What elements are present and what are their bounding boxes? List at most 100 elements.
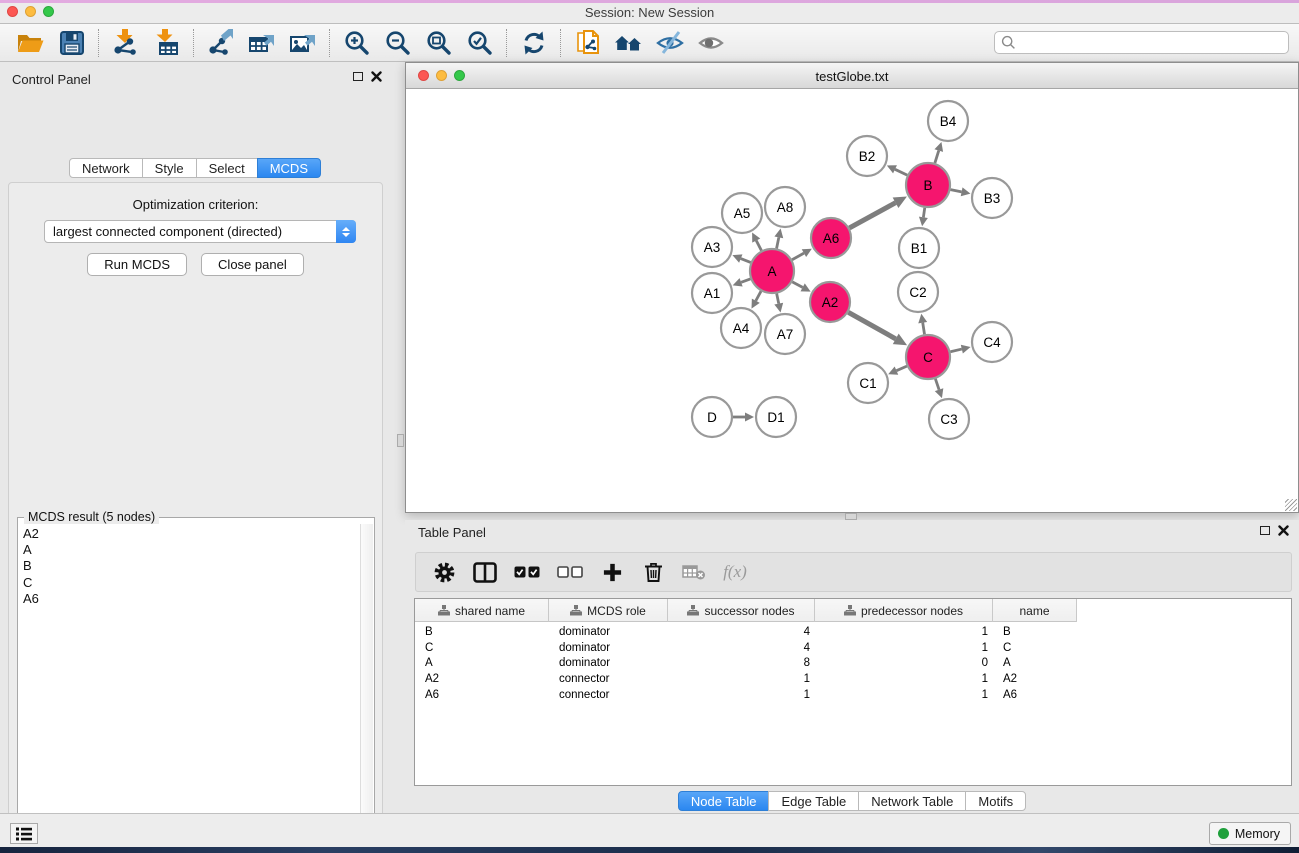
table-cell: 1 [668, 673, 815, 685]
select-all-checkboxes-icon[interactable] [514, 558, 540, 586]
horizontal-divider-handle[interactable] [845, 513, 857, 520]
result-list-item[interactable]: A2 [23, 526, 360, 542]
graph-edge-B-B4[interactable] [935, 151, 939, 163]
graph-edge-C-C3[interactable] [935, 379, 939, 390]
criterion-dropdown[interactable]: largest connected component (directed) [44, 220, 356, 243]
tab-style[interactable]: Style [142, 158, 197, 178]
import-network-icon[interactable] [105, 27, 146, 59]
vertical-divider-handle[interactable] [397, 434, 404, 447]
graph-edge-A6-B[interactable] [849, 203, 895, 228]
zoom-fit-icon[interactable] [418, 27, 459, 59]
show-graphics-details-icon[interactable] [690, 27, 731, 59]
zoom-in-icon[interactable] [336, 27, 377, 59]
table-settings-gear-icon[interactable] [432, 558, 456, 586]
table-cell: 1 [668, 689, 815, 701]
network-graph: B4B2BB3A5A8A6A3B1AA1C2A2A4A7C4CC1C3DD1 [406, 89, 1298, 513]
home-views-icon[interactable] [608, 27, 649, 59]
graph-edge-A-A6[interactable] [792, 253, 804, 260]
tab-network-table[interactable]: Network Table [858, 791, 966, 811]
graph-edge-C-C2[interactable] [923, 323, 925, 335]
table-row[interactable]: Bdominator41B [415, 624, 1291, 640]
graph-edge-A-A5[interactable] [756, 241, 761, 251]
fx-label: f(x) [723, 562, 747, 582]
tab-network[interactable]: Network [69, 158, 143, 178]
clone-network-icon[interactable] [567, 27, 608, 59]
graph-edge-B-B1[interactable] [923, 208, 924, 218]
zoom-out-icon[interactable] [377, 27, 418, 59]
export-image-icon[interactable] [282, 27, 323, 59]
deselect-all-checkboxes-icon[interactable] [557, 558, 583, 586]
result-list-item[interactable]: A6 [23, 591, 360, 607]
graph-edge-arrowhead [774, 229, 783, 239]
tab-node-table[interactable]: Node Table [678, 791, 770, 811]
column-header-label: MCDS role [587, 604, 646, 618]
close-table-panel-icon[interactable] [1278, 525, 1289, 536]
table-row[interactable]: A6connector11A6 [415, 687, 1291, 703]
graph-edge-A-A2[interactable] [792, 282, 802, 288]
save-session-icon[interactable] [51, 27, 92, 59]
column-header-shared-name[interactable]: shared name [415, 599, 549, 622]
task-history-button[interactable] [10, 823, 38, 844]
graph-edge-B-B2[interactable] [895, 169, 907, 175]
graph-edge-C-C1[interactable] [896, 366, 906, 371]
tab-edge-table[interactable]: Edge Table [768, 791, 859, 811]
close-panel-button[interactable]: Close panel [201, 253, 304, 276]
graph-edge-A-A1[interactable] [741, 279, 750, 282]
graph-edge-arrowhead [919, 217, 928, 227]
column-header-MCDS-role[interactable]: MCDS role [549, 599, 668, 622]
result-list-item[interactable]: B [23, 558, 360, 574]
column-header-label: name [1019, 604, 1049, 618]
zoom-selected-icon[interactable] [459, 27, 500, 59]
column-header-successor-nodes[interactable]: successor nodes [668, 599, 815, 622]
float-panel-icon[interactable] [353, 72, 363, 81]
run-mcds-button[interactable]: Run MCDS [87, 253, 187, 276]
export-table-icon[interactable] [241, 27, 282, 59]
graph-edge-A2-C[interactable] [848, 312, 895, 339]
graph-edge-C-C4[interactable] [950, 349, 961, 352]
hide-graphics-details-icon[interactable] [649, 27, 690, 59]
column-visibility-icon[interactable] [473, 558, 497, 586]
table-row[interactable]: A2connector11A2 [415, 671, 1291, 687]
function-builder-icon[interactable]: f(x) [723, 558, 747, 586]
graph-node-label-B2: B2 [859, 149, 876, 164]
search-input[interactable] [1016, 36, 1266, 50]
add-column-icon[interactable] [600, 558, 624, 586]
graph-edge-A-A7[interactable] [777, 294, 779, 304]
open-session-icon[interactable] [10, 27, 51, 59]
close-panel-icon[interactable] [371, 71, 382, 82]
graph-node-label-C2: C2 [909, 285, 926, 300]
graph-edge-arrowhead [918, 314, 927, 324]
result-list-scrollbar[interactable] [360, 524, 373, 853]
tab-motifs[interactable]: Motifs [965, 791, 1026, 811]
graph-edge-B-B3[interactable] [951, 190, 962, 192]
desktop-wallpaper-strip [0, 847, 1299, 853]
import-table-icon[interactable] [146, 27, 187, 59]
delete-table-icon[interactable] [682, 558, 706, 586]
graph-edge-A-A8[interactable] [777, 237, 779, 248]
result-list-item[interactable]: A [23, 542, 360, 558]
graph-edge-A-A3[interactable] [741, 259, 751, 263]
shared-column-icon [438, 605, 450, 616]
network-canvas[interactable]: B4B2BB3A5A8A6A3B1AA1C2A2A4A7C4CC1C3DD1 [406, 89, 1298, 512]
table-row[interactable]: Cdominator41C [415, 640, 1291, 656]
delete-column-icon[interactable] [641, 558, 665, 586]
tab-mcds[interactable]: MCDS [257, 158, 321, 178]
export-network-icon[interactable] [200, 27, 241, 59]
column-header-predecessor-nodes[interactable]: predecessor nodes [815, 599, 993, 622]
control-panel-title: Control Panel [12, 72, 91, 87]
column-header-label: successor nodes [704, 604, 794, 618]
graph-node-label-A3: A3 [704, 240, 721, 255]
table-row[interactable]: Adominator80A [415, 655, 1291, 671]
table-cell: connector [549, 673, 668, 685]
result-list-item[interactable]: C [23, 575, 360, 591]
graph-edge-A-A4[interactable] [756, 291, 761, 301]
window-resize-grip[interactable] [1285, 499, 1297, 511]
column-header-name[interactable]: name [993, 599, 1077, 622]
graph-edge-arrowhead [934, 142, 943, 152]
memory-button[interactable]: Memory [1209, 822, 1291, 845]
tab-select[interactable]: Select [196, 158, 258, 178]
graph-edge-arrowhead [745, 413, 754, 422]
network-window-titlebar[interactable]: testGlobe.txt [406, 63, 1298, 89]
float-table-panel-icon[interactable] [1260, 526, 1270, 535]
refresh-layout-icon[interactable] [513, 27, 554, 59]
